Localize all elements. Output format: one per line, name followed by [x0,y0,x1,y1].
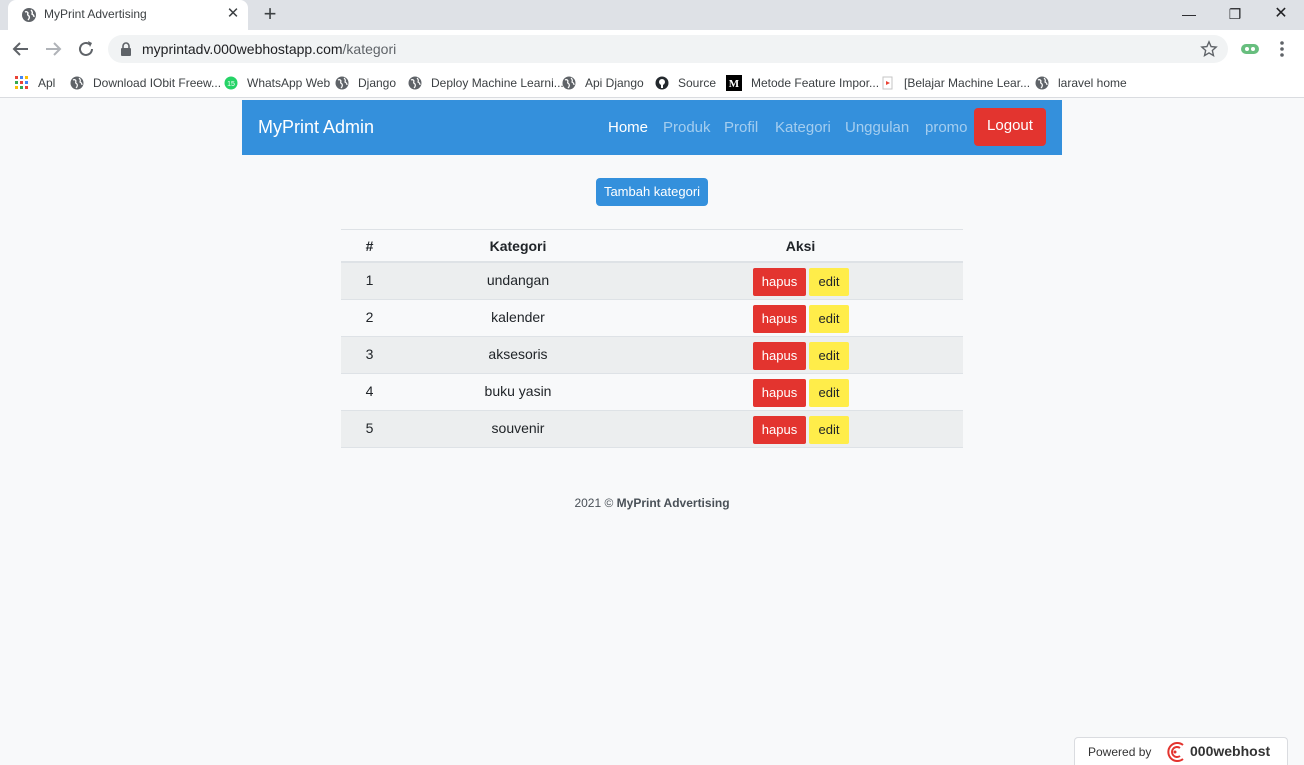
add-category-button[interactable]: Tambah kategori [596,178,708,206]
nav-link-promo[interactable]: promo [925,119,968,136]
youtube-icon [882,76,893,90]
edit-button[interactable]: edit [809,305,849,333]
whatsapp-icon: 15 [224,76,238,90]
nav-link-kategori[interactable]: Kategori [775,119,831,136]
bookmark-django[interactable]: Django [335,74,396,92]
table-row: 2 kalender hapus edit [341,300,963,337]
footer-year: 2021 © [574,496,614,510]
globe-icon [1035,76,1049,90]
nav-link-profil[interactable]: Profil [724,119,758,136]
browser-tabstrip: MyPrint Advertising ✕ + — ❐ ✕ [0,0,1304,30]
row-kategori: buku yasin [484,383,552,399]
globe-icon [408,76,422,90]
tab-title: MyPrint Advertising [44,7,147,21]
apps-grid-icon [15,76,28,89]
footer-brand: MyPrint Advertising [616,496,730,510]
bookmark-whatsapp[interactable]: 15 WhatsApp Web [224,74,330,92]
globe-icon [22,8,36,22]
table-row: 1 undangan hapus edit [341,263,963,300]
bookmark-deploy-ml[interactable]: Deploy Machine Learni... [408,74,564,92]
table-row: 4 buku yasin hapus edit [341,374,963,411]
browser-tab[interactable]: MyPrint Advertising ✕ [8,0,248,30]
table-header: # Kategori Aksi [341,230,963,263]
edit-button[interactable]: edit [809,268,849,296]
bookmark-source[interactable]: Source [655,74,716,92]
header-number: # [365,238,374,254]
svg-text:M: M [729,78,740,90]
bookmark-metode-feature[interactable]: M Metode Feature Impor... [726,74,879,92]
edit-button[interactable]: edit [809,342,849,370]
new-tab-icon[interactable]: + [258,3,282,27]
table-row: 5 souvenir hapus edit [341,411,963,448]
globe-icon [70,76,84,90]
nav-link-produk[interactable]: Produk [663,119,711,136]
svg-text:15: 15 [227,81,235,88]
row-number: 2 [365,309,374,325]
bookmark-iobit[interactable]: Download IObit Freew... [70,74,221,92]
edit-button[interactable]: edit [809,416,849,444]
nav-link-unggulan[interactable]: Unggulan [845,119,909,136]
row-kategori: aksesoris [488,346,548,362]
edit-button[interactable]: edit [809,379,849,407]
table-row: 3 aksesoris hapus edit [341,337,963,374]
forward-icon[interactable] [42,38,64,60]
delete-button[interactable]: hapus [753,416,806,444]
delete-button[interactable]: hapus [753,379,806,407]
bookmarks-bar: Apl Download IObit Freew... 15 WhatsApp … [0,68,1304,98]
globe-icon [335,76,349,90]
url-text: myprintadv.000webhostapp.com/kategori [142,41,397,57]
row-number: 5 [365,420,374,436]
row-number: 4 [365,383,374,399]
row-number: 3 [365,346,374,362]
bookmark-belajar-ml[interactable]: [Belajar Machine Lear... [881,74,1030,92]
row-kategori: souvenir [491,420,545,436]
nav-link-home[interactable]: Home [608,119,648,136]
navbar-brand[interactable]: MyPrint Admin [258,117,374,138]
category-table: # Kategori Aksi 1 undangan hapus edit 2 … [341,229,963,448]
tab-close-icon[interactable]: ✕ [224,5,242,23]
webhost-logo-icon [1167,742,1184,762]
bookmark-star-icon[interactable] [1200,40,1218,58]
powered-by-label: Powered by [1088,745,1152,759]
powered-by-brand: 000webhost [1190,743,1271,759]
medium-icon: M [726,75,742,91]
extension-icon[interactable] [1240,40,1260,58]
row-number: 1 [365,272,374,288]
bookmark-apps[interactable]: Apl [15,74,55,92]
bookmark-laravel-home[interactable]: laravel home [1035,74,1127,92]
row-kategori: undangan [486,272,550,288]
reload-icon[interactable] [75,38,97,60]
window-close-icon[interactable]: ✕ [1258,0,1304,30]
minimize-icon[interactable]: — [1166,0,1212,30]
restore-icon[interactable]: ❐ [1212,0,1258,30]
row-kategori: kalender [491,309,545,325]
github-icon [655,76,669,90]
powered-by-badge[interactable]: Powered by 000webhost [1074,737,1288,765]
header-kategori: Kategori [489,238,547,254]
bookmark-api-django[interactable]: Api Django [562,74,644,92]
header-aksi: Aksi [785,238,816,254]
back-icon[interactable] [10,38,32,60]
delete-button[interactable]: hapus [753,342,806,370]
page-footer: 2021 © MyPrint Advertising [0,496,1304,510]
delete-button[interactable]: hapus [753,268,806,296]
address-bar[interactable]: myprintadv.000webhostapp.com/kategori [108,35,1228,63]
globe-icon [562,76,576,90]
admin-navbar: MyPrint Admin Home Produk Profil Kategor… [242,100,1062,155]
browser-menu-icon[interactable] [1274,40,1290,58]
lock-icon[interactable] [120,42,132,56]
delete-button[interactable]: hapus [753,305,806,333]
logout-button[interactable]: Logout [974,108,1046,146]
